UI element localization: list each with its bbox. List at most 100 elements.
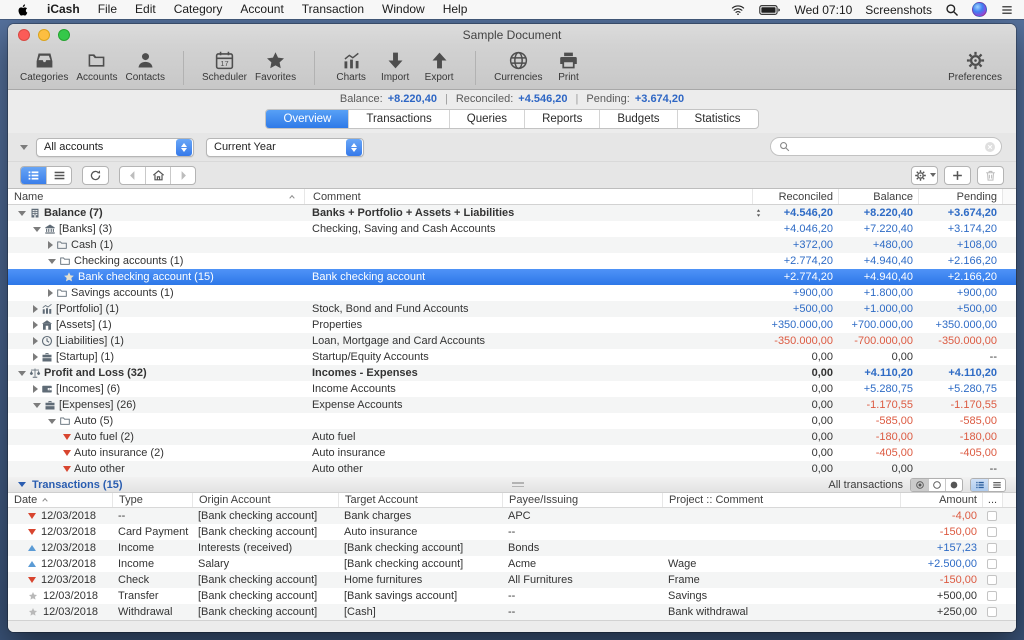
account-row[interactable]: Auto otherAuto other0,000,00-- [8, 461, 1016, 477]
disclosure-triangle[interactable] [33, 321, 38, 329]
tab-transactions[interactable]: Transactions [348, 110, 448, 128]
account-row[interactable]: [Incomes] (6)Income Accounts0,00+5.280,7… [8, 381, 1016, 397]
disclosure-triangle[interactable] [48, 259, 56, 264]
search-input[interactable] [793, 141, 984, 153]
transactions-disclosure-triangle[interactable] [18, 482, 26, 487]
siri-icon[interactable] [972, 2, 987, 17]
tab-overview[interactable]: Overview [266, 110, 348, 128]
transaction-row[interactable]: 12/03/2018IncomeSalary[Bank checking acc… [8, 556, 1016, 572]
column-header-origin-account[interactable]: Origin Account [192, 493, 338, 507]
account-row[interactable]: Auto insurance (2)Auto insurance0,00-405… [8, 445, 1016, 461]
menu-item-file[interactable]: File [89, 2, 126, 16]
column-header-date[interactable]: Date [8, 493, 112, 507]
transaction-row[interactable]: 12/03/2018Card Payment[Bank checking acc… [8, 524, 1016, 540]
disclosure-triangle[interactable] [33, 227, 41, 232]
disclosure-triangle[interactable] [33, 385, 38, 393]
account-row[interactable]: [Banks] (3)Checking, Saving and Cash Acc… [8, 221, 1016, 237]
account-row[interactable]: [Liabilities] (1)Loan, Mortgage and Card… [8, 333, 1016, 349]
search-field[interactable] [770, 137, 1002, 156]
tab-budgets[interactable]: Budgets [599, 110, 676, 128]
menu-item-window[interactable]: Window [373, 2, 434, 16]
scheduler-button[interactable]: 17Scheduler [198, 48, 251, 83]
account-row[interactable]: Savings accounts (1)+900,00+1.800,00+900… [8, 285, 1016, 301]
actions-menu-button[interactable] [911, 166, 938, 185]
apple-icon[interactable] [16, 3, 30, 17]
currencies-button[interactable]: Currencies [490, 48, 546, 83]
menu-item-help[interactable]: Help [434, 2, 477, 16]
reconcile-checkbox[interactable] [987, 511, 997, 521]
disclosure-triangle[interactable] [48, 419, 56, 424]
reconcile-checkbox[interactable] [987, 607, 997, 617]
tab-reports[interactable]: Reports [524, 110, 599, 128]
column-header-payee[interactable]: Payee/Issuing [502, 493, 662, 507]
reconcile-checkbox[interactable] [987, 575, 997, 585]
all-state-filter-button[interactable] [911, 479, 928, 491]
spotlight-search-icon[interactable] [945, 3, 959, 17]
column-header-balance[interactable]: Balance [838, 189, 918, 204]
account-row[interactable]: Cash (1)+372,00+480,00+108,00 [8, 237, 1016, 253]
charts-button[interactable]: Charts [329, 48, 373, 83]
column-header-comment[interactable]: Comment [304, 189, 752, 204]
transaction-row[interactable]: 12/03/2018Transfer[Bank checking account… [8, 588, 1016, 604]
back-button[interactable] [120, 167, 145, 184]
disclosure-triangle[interactable] [33, 353, 38, 361]
menu-item-category[interactable]: Category [165, 2, 232, 16]
print-button[interactable]: Print [546, 48, 590, 83]
disclosure-triangle[interactable] [48, 241, 53, 249]
contacts-button[interactable]: Contacts [122, 48, 169, 83]
refresh-button[interactable] [82, 166, 109, 185]
disclosure-triangle[interactable] [33, 305, 38, 313]
period-filter-dropdown[interactable]: Current Year [206, 138, 364, 157]
disclosure-triangle[interactable] [48, 289, 53, 297]
forward-button[interactable] [170, 167, 195, 184]
disclosure-triangle[interactable] [33, 403, 41, 408]
accounts-button[interactable]: Accounts [72, 48, 121, 83]
account-row[interactable]: Profit and Loss (32)Incomes - Expenses0,… [8, 365, 1016, 381]
account-row[interactable]: [Portfolio] (1)Stock, Bond and Fund Acco… [8, 301, 1016, 317]
accounts-filter-dropdown[interactable]: All accounts [36, 138, 194, 157]
column-header-project-comment[interactable]: Project :: Comment [662, 493, 900, 507]
wifi-icon[interactable] [730, 3, 746, 16]
compact-list-view-button[interactable] [46, 167, 71, 184]
reconciled-state-filter-button[interactable] [945, 479, 962, 491]
tab-queries[interactable]: Queries [449, 110, 524, 128]
notification-center-icon[interactable] [1000, 3, 1014, 17]
filters-disclosure-triangle[interactable] [20, 145, 28, 150]
column-header-more[interactable]: ... [982, 493, 1002, 507]
column-header-pending[interactable]: Pending [918, 189, 1002, 204]
transaction-row[interactable]: 12/03/2018--[Bank checking account]Bank … [8, 508, 1016, 524]
menu-item-icash[interactable]: iCash [38, 0, 89, 19]
disclosure-triangle[interactable] [18, 211, 26, 216]
pending-state-filter-button[interactable] [928, 479, 945, 491]
transaction-row[interactable]: 12/03/2018Withdrawal[Bank checking accou… [8, 604, 1016, 620]
column-header-amount[interactable]: Amount [900, 493, 982, 507]
detailed-list-view-button[interactable] [21, 167, 46, 184]
preferences-button[interactable]: Preferences [944, 48, 1006, 83]
menu-item-edit[interactable]: Edit [126, 2, 165, 16]
export-button[interactable]: Export [417, 48, 461, 83]
reconcile-checkbox[interactable] [987, 559, 997, 569]
reconcile-checkbox[interactable] [987, 527, 997, 537]
reconcile-checkbox[interactable] [987, 543, 997, 553]
detailed-transactions-view-button[interactable] [971, 479, 988, 491]
account-row[interactable]: Checking accounts (1)+2.774,20+4.940,40+… [8, 253, 1016, 269]
favorites-button[interactable]: Favorites [251, 48, 300, 83]
account-row[interactable]: Auto (5)0,00-585,00-585,00 [8, 413, 1016, 429]
categories-button[interactable]: Categories [16, 48, 72, 83]
add-account-button[interactable] [944, 166, 971, 185]
import-button[interactable]: Import [373, 48, 417, 83]
transaction-row[interactable]: 12/03/2018IncomeInterests (received)[Ban… [8, 540, 1016, 556]
tab-statistics[interactable]: Statistics [677, 110, 758, 128]
clear-search-icon[interactable] [984, 141, 996, 153]
reconcile-checkbox[interactable] [987, 591, 997, 601]
account-row[interactable]: Auto fuel (2)Auto fuel0,00-180,00-180,00 [8, 429, 1016, 445]
menu-clock[interactable]: Wed 07:10 [794, 3, 852, 17]
splitter-grip[interactable] [512, 482, 524, 489]
menu-status-app[interactable]: Screenshots [865, 3, 932, 17]
home-button[interactable] [145, 167, 170, 184]
column-header-reconciled[interactable]: Reconciled [752, 189, 838, 204]
account-row[interactable]: [Expenses] (26)Expense Accounts0,00-1.17… [8, 397, 1016, 413]
title-bar[interactable]: Sample Document [8, 24, 1016, 46]
delete-account-button[interactable] [977, 166, 1004, 185]
account-row[interactable]: Bank checking account (15)Bank checking … [8, 269, 1016, 285]
